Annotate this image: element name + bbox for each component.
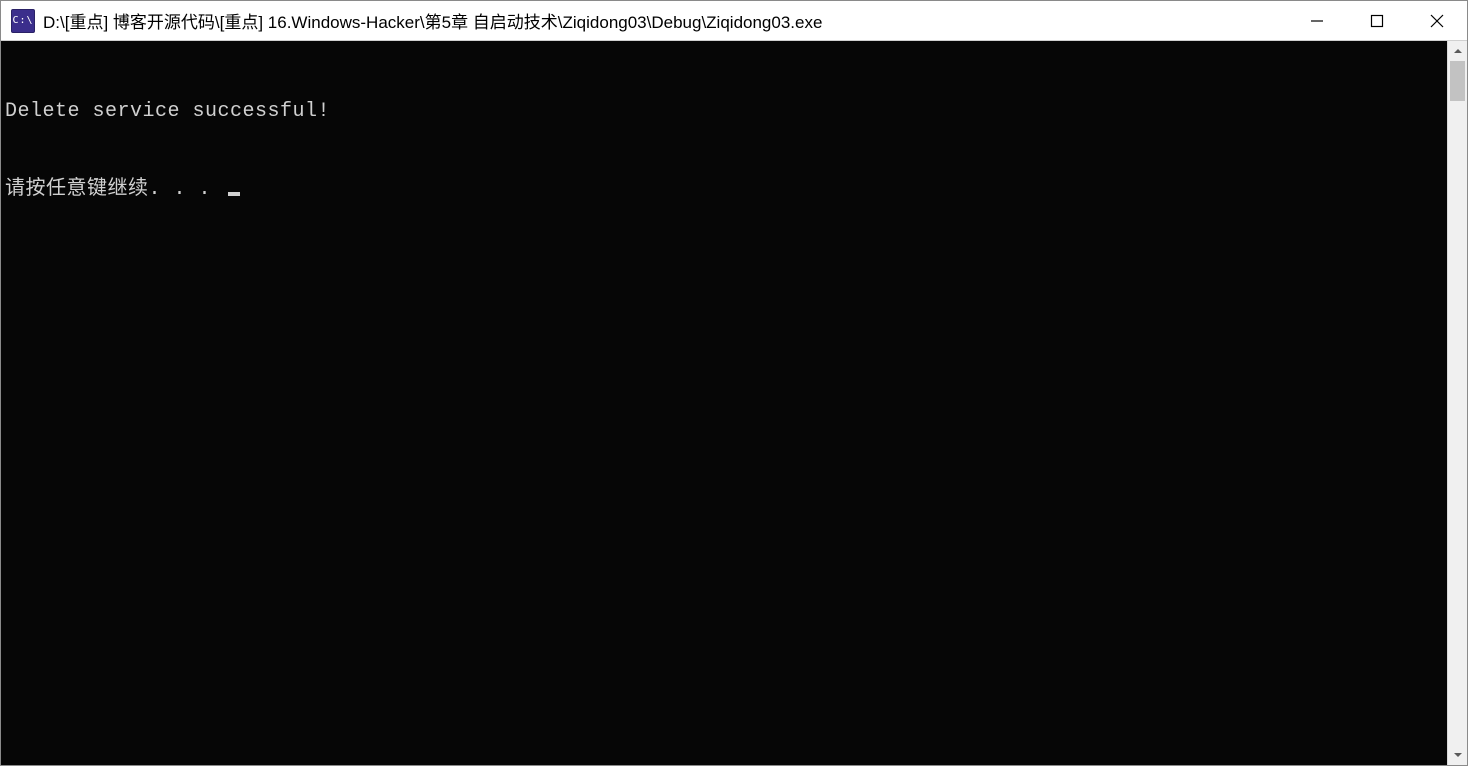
- console-line: 请按任意键继续. . .: [5, 177, 1443, 203]
- console-line-text: 请按任意键继续. . .: [5, 178, 224, 201]
- text-cursor: [228, 192, 240, 196]
- scroll-thumb[interactable]: [1450, 61, 1465, 101]
- minimize-icon: [1310, 14, 1324, 28]
- vertical-scrollbar[interactable]: [1447, 41, 1467, 765]
- maximize-icon: [1370, 14, 1384, 28]
- window-title: D:\[重点] 博客开源代码\[重点] 16.Windows-Hacker\第5…: [43, 8, 822, 33]
- chevron-up-icon: [1453, 46, 1463, 56]
- close-button[interactable]: [1407, 1, 1467, 40]
- app-icon-label: C:\: [12, 15, 33, 26]
- console-line: Delete service successful!: [5, 99, 1443, 125]
- maximize-button[interactable]: [1347, 1, 1407, 40]
- scroll-track[interactable]: [1448, 61, 1467, 745]
- titlebar[interactable]: C:\ D:\[重点] 博客开源代码\[重点] 16.Windows-Hacke…: [1, 1, 1467, 41]
- scroll-up-button[interactable]: [1448, 41, 1467, 61]
- app-icon: C:\: [11, 9, 35, 33]
- close-icon: [1430, 14, 1444, 28]
- chevron-down-icon: [1453, 750, 1463, 760]
- minimize-button[interactable]: [1287, 1, 1347, 40]
- client-area: Delete service successful! 请按任意键继续. . .: [1, 41, 1467, 765]
- window-controls: [1287, 1, 1467, 40]
- console-window: C:\ D:\[重点] 博客开源代码\[重点] 16.Windows-Hacke…: [0, 0, 1468, 766]
- scroll-down-button[interactable]: [1448, 745, 1467, 765]
- console-output[interactable]: Delete service successful! 请按任意键继续. . .: [1, 41, 1447, 765]
